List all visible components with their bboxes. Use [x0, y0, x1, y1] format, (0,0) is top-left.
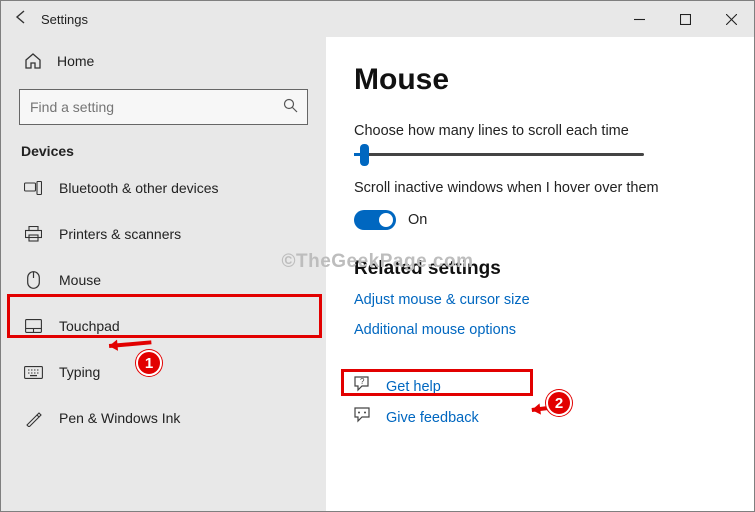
scroll-lines-slider[interactable] — [354, 153, 726, 156]
sidebar-item-touchpad[interactable]: Touchpad — [1, 303, 326, 349]
page-title: Mouse — [354, 63, 726, 97]
touchpad-icon — [21, 319, 45, 333]
home-label: Home — [57, 53, 94, 69]
sidebar-item-label: Printers & scanners — [59, 226, 181, 242]
window-controls — [616, 1, 754, 37]
additional-mouse-options-link[interactable]: Additional mouse options — [354, 322, 726, 338]
get-help-link[interactable]: Get help — [386, 379, 441, 395]
sidebar-item-label: Pen & Windows Ink — [59, 410, 180, 426]
titlebar: Settings — [1, 1, 754, 37]
search-input[interactable] — [20, 98, 273, 116]
keyboard-icon — [21, 366, 45, 379]
window-title: Settings — [41, 12, 88, 27]
inactive-scroll-toggle[interactable] — [354, 210, 396, 230]
help-icon: ? — [354, 376, 376, 397]
search-box[interactable] — [19, 89, 308, 125]
sidebar-item-mouse[interactable]: Mouse — [1, 257, 326, 303]
annotation-callout-2: 2 — [546, 390, 572, 416]
toggle-knob — [379, 213, 393, 227]
home-icon — [21, 52, 45, 70]
back-button[interactable] — [1, 9, 41, 30]
search-icon — [273, 98, 307, 117]
sidebar: Home Devices Bluetooth & other devices P… — [1, 37, 326, 511]
home-nav[interactable]: Home — [1, 41, 326, 81]
inactive-scroll-label: Scroll inactive windows when I hover ove… — [354, 180, 726, 196]
sidebar-item-label: Typing — [59, 364, 100, 380]
toggle-state-label: On — [408, 212, 427, 228]
main-panel: Mouse Choose how many lines to scroll ea… — [326, 37, 754, 511]
annotation-callout-1: 1 — [136, 350, 162, 376]
sidebar-item-label: Mouse — [59, 272, 101, 288]
maximize-button[interactable] — [662, 1, 708, 37]
sidebar-item-printers[interactable]: Printers & scanners — [1, 211, 326, 257]
printer-icon — [21, 226, 45, 242]
sidebar-item-label: Bluetooth & other devices — [59, 180, 219, 196]
adjust-mouse-size-link[interactable]: Adjust mouse & cursor size — [354, 292, 726, 308]
sidebar-item-bluetooth[interactable]: Bluetooth & other devices — [1, 165, 326, 211]
related-settings-heading: Related settings — [354, 258, 726, 280]
feedback-icon — [354, 407, 376, 428]
give-feedback-link[interactable]: Give feedback — [386, 410, 479, 426]
sidebar-item-typing[interactable]: Typing — [1, 349, 326, 395]
sidebar-item-label: Touchpad — [59, 318, 120, 334]
sidebar-category: Devices — [1, 135, 326, 165]
slider-thumb[interactable] — [360, 144, 369, 166]
minimize-button[interactable] — [616, 1, 662, 37]
mouse-icon — [21, 271, 45, 289]
close-button[interactable] — [708, 1, 754, 37]
devices-icon — [21, 181, 45, 195]
scroll-lines-label: Choose how many lines to scroll each tim… — [354, 123, 726, 139]
svg-text:?: ? — [360, 377, 365, 386]
sidebar-item-pen[interactable]: Pen & Windows Ink — [1, 395, 326, 441]
pen-icon — [21, 410, 45, 427]
